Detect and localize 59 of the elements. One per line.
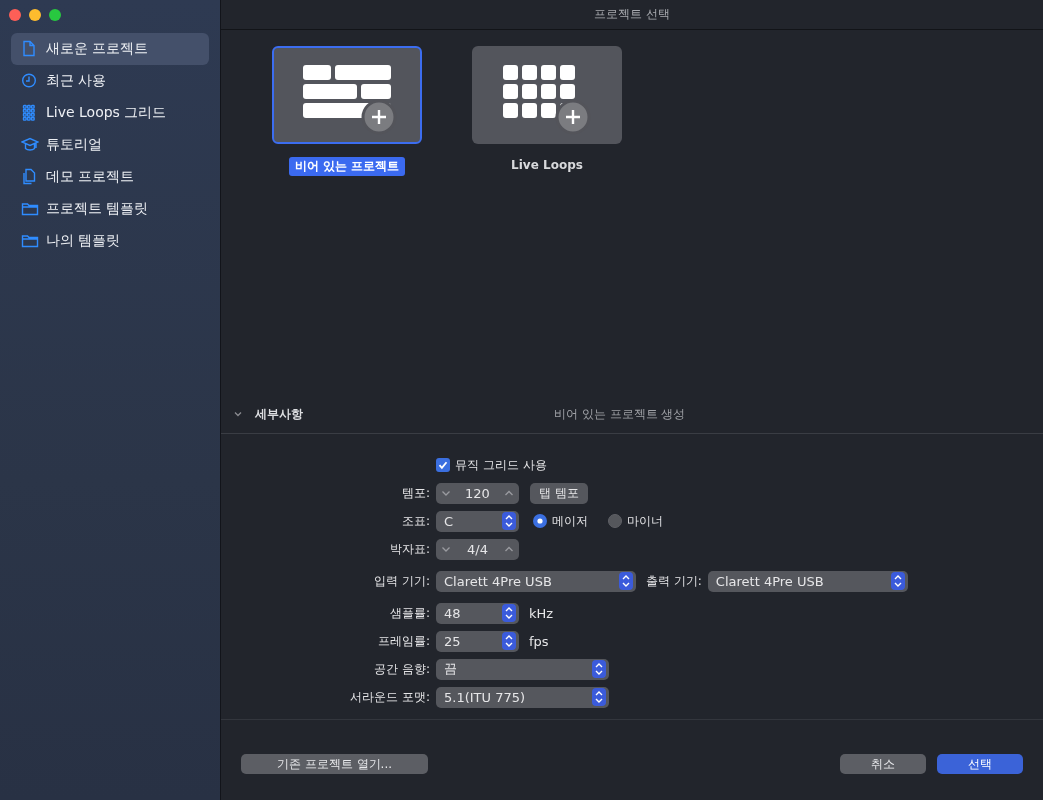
tap-tempo-button[interactable]: 탭 템포 (530, 482, 588, 504)
popup-button[interactable]: 5.1(ITU 775) (436, 686, 609, 708)
sidebar-item[interactable]: 새로운 프로젝트 (11, 33, 209, 65)
unit-label: fps (529, 633, 549, 649)
chevron-down-icon (441, 544, 451, 554)
sidebar-item[interactable]: 프로젝트 템플릿 (11, 193, 209, 225)
default-button[interactable]: 선택 (937, 754, 1023, 774)
stepper-field[interactable]: 120 (436, 482, 519, 504)
sidebar-item[interactable]: Live Loops 그리드 (11, 97, 209, 129)
popup-button[interactable]: 끔 (436, 658, 609, 680)
details-toggle[interactable]: 세부사항 (255, 405, 303, 423)
template-card[interactable] (272, 46, 422, 144)
field-label: 입력 기기: (373, 572, 430, 590)
stepper-field[interactable]: 4/4 (436, 538, 519, 560)
field-label: 프레임률: (376, 632, 430, 650)
window-control-icon (9, 9, 21, 21)
chevron-up-icon (504, 488, 514, 498)
sidebar-item[interactable]: 최근 사용 (11, 65, 209, 97)
popup-button[interactable]: Clarett 4Pre USB (707, 570, 908, 592)
sidebar-item[interactable]: 나의 템플릿 (11, 225, 209, 257)
chevron-down-icon (441, 488, 451, 498)
open-project-button[interactable]: 기존 프로젝트 열기... (241, 754, 428, 774)
popup-button[interactable]: C (436, 510, 519, 532)
sidebar-item[interactable]: 튜토리얼 (11, 129, 209, 161)
popup-button[interactable]: 48 (436, 602, 519, 624)
sidebar-item[interactable]: 데모 프로젝트 (11, 161, 209, 193)
radio-button[interactable]: 메이저 (533, 512, 588, 530)
field-label: 공간 음향: (373, 660, 430, 678)
up-down-chevron-icon (890, 572, 905, 590)
up-down-chevron-icon (502, 512, 516, 530)
chevron-up-icon (504, 544, 514, 554)
checkbox[interactable]: 뮤직 그리드 사용 (436, 456, 547, 474)
window-control-icon (29, 9, 41, 21)
template-label: 비어 있는 프로젝트 (288, 157, 406, 176)
up-down-chevron-icon (502, 604, 516, 622)
clock-icon (21, 72, 39, 90)
popup-button[interactable]: Clarett 4Pre USB (436, 570, 636, 592)
folder-icon (21, 232, 39, 250)
field-label: 서라운드 포맷: (349, 688, 430, 706)
template-label: Live Loops (510, 157, 584, 173)
radio-button[interactable]: 마이너 (608, 512, 663, 530)
folder-icon (21, 200, 39, 218)
field-label: 박자표: (388, 540, 430, 558)
up-down-chevron-icon (502, 632, 516, 650)
popup-button[interactable]: 25 (436, 630, 519, 652)
field-label: 샘플률: (388, 604, 430, 622)
field-label: 템포: (400, 484, 430, 502)
details-summary: 비어 있는 프로젝트 생성 (554, 405, 686, 423)
template-card[interactable] (472, 46, 622, 144)
up-down-chevron-icon (592, 688, 606, 706)
up-down-chevron-icon (619, 572, 633, 590)
graduation-cap-icon (21, 136, 39, 154)
up-down-chevron-icon (592, 660, 606, 678)
cancel-button[interactable]: 취소 (840, 754, 926, 774)
unit-label: kHz (529, 605, 554, 621)
window-control-icon (49, 9, 61, 21)
field-label: 출력 기기: (646, 572, 702, 590)
field-label: 조표: (400, 512, 430, 530)
window-title: 프로젝트 선택 (221, 0, 1043, 30)
